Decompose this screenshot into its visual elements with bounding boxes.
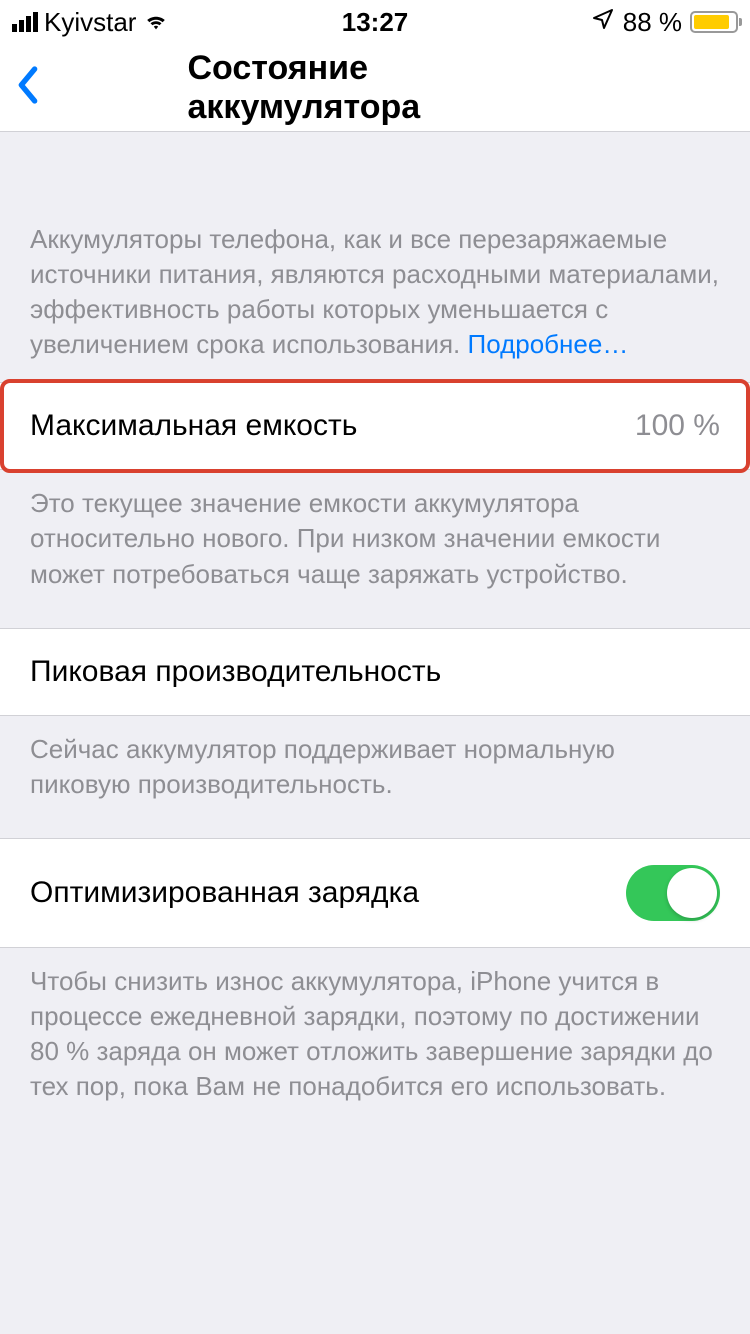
battery-icon [690, 11, 738, 33]
max-capacity-footer: Это текущее значение емкости аккумулятор… [0, 470, 750, 627]
peak-performance-label: Пиковая производительность [30, 655, 441, 689]
navigation-bar: Состояние аккумулятора [0, 44, 750, 132]
status-bar: Kyivstar 13:27 88 % [0, 0, 750, 44]
max-capacity-label: Максимальная емкость [30, 409, 357, 443]
learn-more-link[interactable]: Подробнее… [468, 329, 629, 359]
intro-description: Аккумуляторы телефона, как и все перезар… [0, 132, 750, 382]
max-capacity-cell[interactable]: Максимальная емкость 100 % [0, 382, 750, 470]
cellular-signal-icon [12, 12, 38, 32]
optimized-charging-footer: Чтобы снизить износ аккумулятора, iPhone… [0, 948, 750, 1140]
location-icon [591, 7, 615, 38]
page-title: Состояние аккумулятора [188, 49, 563, 127]
battery-fill [694, 15, 729, 29]
status-time: 13:27 [342, 7, 409, 38]
back-button[interactable] [0, 65, 56, 110]
toggle-knob [667, 868, 717, 918]
wifi-icon [142, 7, 170, 38]
status-left: Kyivstar [12, 7, 170, 38]
peak-performance-cell[interactable]: Пиковая производительность [0, 628, 750, 716]
optimized-charging-label: Оптимизированная зарядка [30, 876, 419, 910]
peak-performance-footer: Сейчас аккумулятор поддерживает нормальн… [0, 716, 750, 838]
carrier-label: Kyivstar [44, 7, 136, 38]
optimized-charging-toggle[interactable] [626, 865, 720, 921]
status-right: 88 % [591, 7, 738, 38]
optimized-charging-cell: Оптимизированная зарядка [0, 838, 750, 948]
battery-percent: 88 % [623, 7, 682, 38]
max-capacity-value: 100 % [635, 409, 720, 443]
